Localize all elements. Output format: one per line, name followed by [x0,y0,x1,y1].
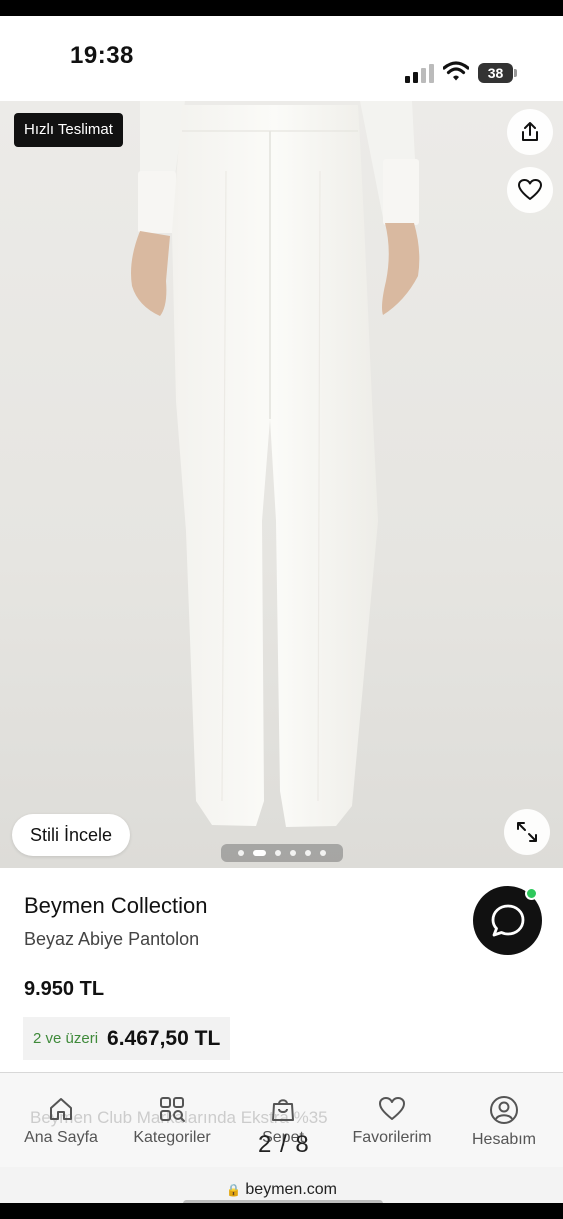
view-style-button[interactable]: Stili İncele [12,814,131,856]
carousel-dot[interactable] [238,850,244,856]
heart-icon [379,1097,405,1120]
tab-label: Ana Sayfa [24,1129,98,1146]
wifi-icon [442,60,470,82]
lock-icon: 🔒 [226,1183,241,1197]
image-page-counter: 2 / 8 [258,1131,310,1158]
multi-buy-price-box: 2 ve üzeri 6.467,50 TL [23,1017,231,1060]
multi-buy-price: 6.467,50 TL [107,1026,221,1050]
top-black-band [0,0,563,16]
tab-account[interactable]: Hesabım [449,1095,559,1149]
product-name: Beyaz Abiye Pantolon [24,929,200,949]
product-image-carousel[interactable]: Hızlı Teslimat Stili İncele [0,101,563,868]
browser-url-bar[interactable]: 🔒 beymen.com [0,1167,563,1203]
url-text[interactable]: 🔒 beymen.com [0,1181,563,1199]
product-info: Beymen Collection Beyaz Abiye Pantolon 9… [0,868,563,1073]
account-icon [490,1096,518,1124]
categories-icon [160,1097,185,1122]
fullscreen-button[interactable] [504,809,550,855]
shopping-bag-icon [272,1099,294,1121]
tab-label: Kategoriler [133,1129,211,1146]
status-time: 19:38 [70,42,134,69]
share-icon [522,122,538,141]
battery-icon: 38 [478,63,518,83]
share-button[interactable] [507,109,553,155]
fast-delivery-badge: Hızlı Teslimat [14,113,123,147]
favorite-button[interactable] [507,167,553,213]
carousel-dot-active[interactable] [253,850,266,856]
url-domain: beymen.com [245,1181,337,1198]
bottom-tab-bar: Beymen Club Markalarında Ekstra %35 Ana … [0,1073,563,1167]
product-photo [131,101,420,827]
battery-level: 38 [478,63,513,83]
online-status-dot [525,887,538,900]
carousel-indicator[interactable] [221,844,343,862]
home-icon [50,1098,72,1120]
multi-buy-label: 2 ve üzeri [33,1030,99,1047]
product-brand[interactable]: Beymen Collection [24,893,207,919]
tab-categories[interactable]: Kategoriler [117,1095,227,1147]
tab-home[interactable]: Ana Sayfa [6,1095,116,1147]
carousel-dot[interactable] [305,850,311,856]
tab-favorites[interactable]: Favorilerim [337,1095,447,1147]
chat-bubble-icon [491,904,524,936]
cellular-signal-icon [405,63,435,83]
product-price: 9.950 TL [24,978,105,1000]
tab-label: Hesabım [471,1131,537,1148]
live-chat-button[interactable] [473,886,542,955]
heart-icon [518,179,542,200]
carousel-dot[interactable] [290,850,296,856]
carousel-dot[interactable] [320,850,326,856]
expand-icon [517,822,537,842]
status-bar: 19:38 38 [0,16,563,101]
bottom-black-band [0,1203,563,1219]
tab-label: Favorilerim [352,1129,432,1146]
carousel-dot[interactable] [275,850,281,856]
